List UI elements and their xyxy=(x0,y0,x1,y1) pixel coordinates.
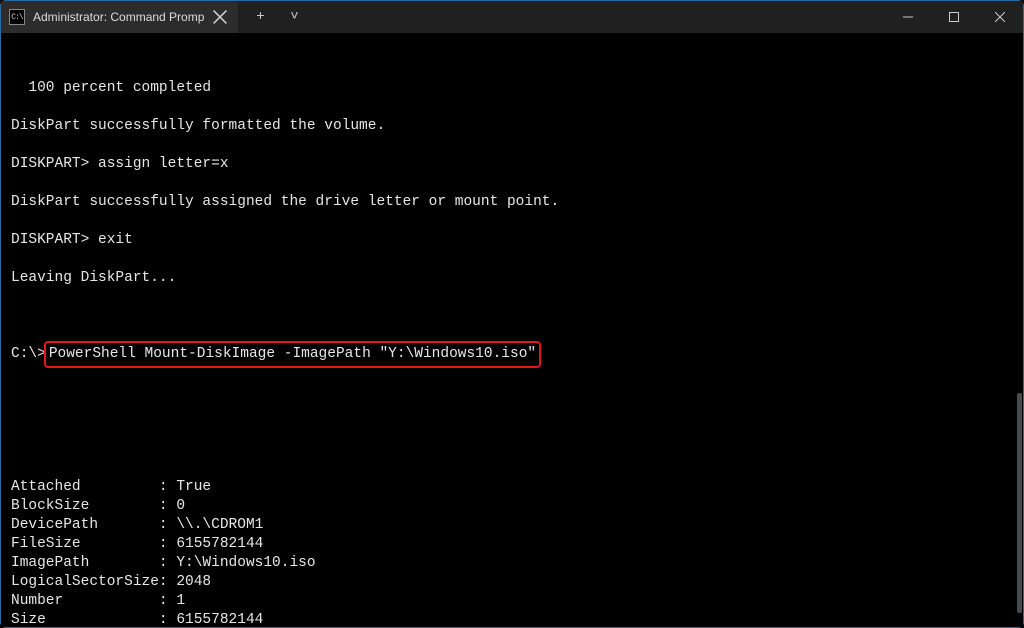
output-line: DiskPart successfully formatted the volu… xyxy=(11,117,1013,136)
highlighted-command: PowerShell Mount-DiskImage -ImagePath "Y… xyxy=(49,346,536,362)
output-line: 100 percent completed xyxy=(11,79,1013,98)
property-row: DevicePath : \\.\CDROM1 xyxy=(11,516,1013,535)
terminal-viewport[interactable]: 100 percent completed DiskPart successfu… xyxy=(1,33,1023,627)
output-line xyxy=(11,212,1013,231)
output-line: DISKPART> exit xyxy=(11,231,1013,250)
output-line xyxy=(11,174,1013,193)
property-row: ImagePath : Y:\Windows10.iso xyxy=(11,554,1013,573)
output-line xyxy=(11,98,1013,117)
output-line xyxy=(11,421,1013,440)
highlighted-command-line: C:\>PowerShell Mount-DiskImage -ImagePat… xyxy=(11,345,1013,364)
cmd-icon: C:\ xyxy=(9,9,25,25)
output-line: Leaving DiskPart... xyxy=(11,269,1013,288)
tab-title: Administrator: Command Promp xyxy=(33,10,204,24)
highlight-box: PowerShell Mount-DiskImage -ImagePath "Y… xyxy=(44,341,541,368)
output-line: DiskPart successfully assigned the drive… xyxy=(11,193,1013,212)
tab-cmd-admin[interactable]: C:\ Administrator: Command Promp xyxy=(1,1,238,33)
tab-actions: + ˅ xyxy=(238,1,308,33)
output-line: DISKPART> assign letter=x xyxy=(11,155,1013,174)
output-line xyxy=(11,250,1013,269)
minimize-button[interactable] xyxy=(885,1,931,33)
titlebar: C:\ Administrator: Command Promp + ˅ xyxy=(1,1,1023,33)
output-line xyxy=(11,402,1013,421)
window-controls xyxy=(885,1,1023,33)
property-row: Size : 6155782144 xyxy=(11,611,1013,628)
prompt: C:\> xyxy=(11,346,46,362)
maximize-button[interactable] xyxy=(931,1,977,33)
property-row: BlockSize : 0 xyxy=(11,497,1013,516)
output-line xyxy=(11,288,1013,307)
close-window-button[interactable] xyxy=(977,1,1023,33)
scrollbar-thumb[interactable] xyxy=(1017,393,1022,613)
property-row: FileSize : 6155782144 xyxy=(11,535,1013,554)
property-row: Attached : True xyxy=(11,478,1013,497)
property-row: LogicalSectorSize: 2048 xyxy=(11,573,1013,592)
close-tab-icon[interactable] xyxy=(212,9,228,25)
property-row: Number : 1 xyxy=(11,592,1013,611)
tab-dropdown-button[interactable]: ˅ xyxy=(280,3,308,31)
new-tab-button[interactable]: + xyxy=(246,3,274,31)
output-line xyxy=(11,136,1013,155)
